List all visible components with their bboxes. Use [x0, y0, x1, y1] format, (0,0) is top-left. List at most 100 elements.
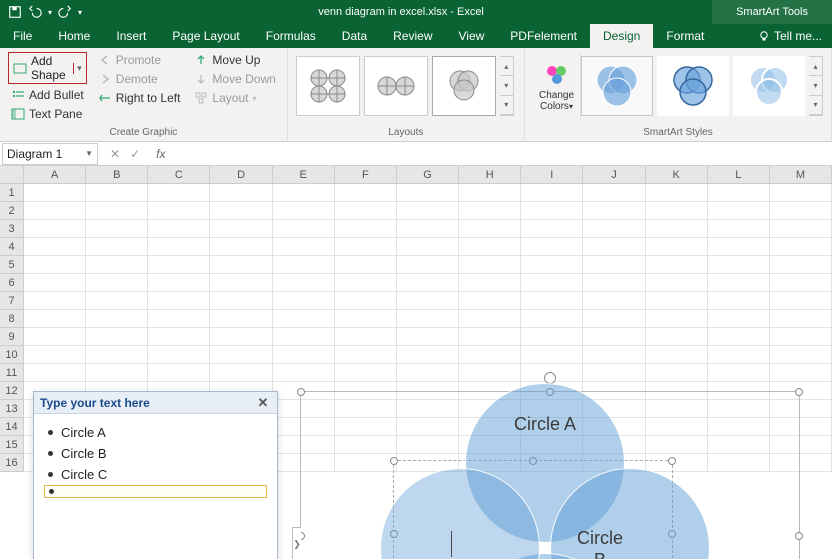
cell[interactable]: [459, 202, 521, 220]
close-icon[interactable]: ✕: [255, 395, 271, 411]
row-head-14[interactable]: 14: [0, 418, 24, 436]
row-head-10[interactable]: 10: [0, 346, 24, 364]
cell[interactable]: [335, 274, 397, 292]
cell[interactable]: [521, 202, 583, 220]
cell[interactable]: [148, 184, 210, 202]
cell[interactable]: [397, 220, 459, 238]
cell[interactable]: [708, 346, 770, 364]
row-head-12[interactable]: 12: [0, 382, 24, 400]
cell[interactable]: [86, 202, 148, 220]
cell[interactable]: [24, 220, 86, 238]
cell[interactable]: [24, 274, 86, 292]
row-head-6[interactable]: 6: [0, 274, 24, 292]
cell[interactable]: [459, 220, 521, 238]
cell[interactable]: [708, 238, 770, 256]
tab-home[interactable]: Home: [45, 24, 103, 48]
cell[interactable]: [770, 274, 832, 292]
col-head-C[interactable]: C: [148, 166, 210, 183]
cell[interactable]: [646, 292, 708, 310]
text-pane-item[interactable]: Circle A: [44, 422, 267, 443]
cell[interactable]: [397, 202, 459, 220]
cell[interactable]: [770, 220, 832, 238]
move-up-button[interactable]: Move Up: [191, 52, 278, 68]
qat-dd-icon[interactable]: ▾: [78, 8, 82, 17]
cell[interactable]: [397, 274, 459, 292]
cell[interactable]: [646, 220, 708, 238]
col-head-M[interactable]: M: [770, 166, 832, 183]
cell[interactable]: [583, 238, 645, 256]
tab-data[interactable]: Data: [329, 24, 380, 48]
styles-gallery-more[interactable]: ▴▾▾: [809, 56, 823, 116]
cell[interactable]: [335, 202, 397, 220]
layout-thumb-1[interactable]: [296, 56, 360, 116]
row-head-8[interactable]: 8: [0, 310, 24, 328]
cell[interactable]: [521, 238, 583, 256]
cell[interactable]: [273, 184, 335, 202]
tab-view[interactable]: View: [446, 24, 498, 48]
cell[interactable]: [521, 328, 583, 346]
cell[interactable]: [86, 256, 148, 274]
style-thumb-1[interactable]: [581, 56, 653, 116]
cell[interactable]: [335, 256, 397, 274]
cell[interactable]: [708, 274, 770, 292]
cell[interactable]: [646, 364, 708, 382]
fx-label[interactable]: fx: [150, 147, 171, 161]
undo-icon[interactable]: [28, 5, 42, 19]
cell[interactable]: [210, 238, 272, 256]
layout-thumb-2[interactable]: [364, 56, 428, 116]
add-shape-dd-icon[interactable]: ▾: [73, 63, 82, 74]
cell[interactable]: [397, 292, 459, 310]
cell[interactable]: [521, 220, 583, 238]
add-shape-button[interactable]: Add Shape ▾: [8, 52, 87, 84]
row-head-13[interactable]: 13: [0, 400, 24, 418]
cell[interactable]: [459, 310, 521, 328]
cell[interactable]: [646, 346, 708, 364]
cell[interactable]: [770, 238, 832, 256]
cell[interactable]: [646, 238, 708, 256]
cell[interactable]: [86, 310, 148, 328]
tab-insert[interactable]: Insert: [103, 24, 159, 48]
cell[interactable]: [273, 202, 335, 220]
cell[interactable]: [24, 292, 86, 310]
cell[interactable]: [335, 238, 397, 256]
cell[interactable]: [521, 346, 583, 364]
cell[interactable]: [397, 346, 459, 364]
row-head-15[interactable]: 15: [0, 436, 24, 454]
cell[interactable]: [148, 364, 210, 382]
cell[interactable]: [583, 256, 645, 274]
venn-diagram[interactable]: Circle A CircleB Circle C: [380, 383, 710, 559]
tell-me[interactable]: Tell me...: [748, 24, 832, 48]
select-all-corner[interactable]: [0, 166, 24, 184]
cell[interactable]: [148, 256, 210, 274]
cell[interactable]: [583, 328, 645, 346]
row-head-9[interactable]: 9: [0, 328, 24, 346]
cell[interactable]: [583, 220, 645, 238]
cell[interactable]: [210, 256, 272, 274]
cell[interactable]: [148, 220, 210, 238]
row-head-2[interactable]: 2: [0, 202, 24, 220]
cell[interactable]: [273, 274, 335, 292]
cell[interactable]: [273, 364, 335, 382]
cell[interactable]: [583, 184, 645, 202]
cell[interactable]: [770, 202, 832, 220]
right-to-left-button[interactable]: Right to Left: [95, 90, 184, 106]
cell[interactable]: [210, 310, 272, 328]
cell[interactable]: [646, 310, 708, 328]
cell[interactable]: [770, 256, 832, 274]
cell[interactable]: [148, 202, 210, 220]
tab-format[interactable]: Format: [653, 24, 717, 48]
cell[interactable]: [708, 220, 770, 238]
tab-formulas[interactable]: Formulas: [253, 24, 329, 48]
cell[interactable]: [708, 310, 770, 328]
cell[interactable]: [770, 292, 832, 310]
cell[interactable]: [708, 202, 770, 220]
cell[interactable]: [273, 346, 335, 364]
cell[interactable]: [210, 292, 272, 310]
cell[interactable]: [24, 256, 86, 274]
cell[interactable]: [521, 274, 583, 292]
handle-tl[interactable]: [297, 388, 305, 396]
row-head-11[interactable]: 11: [0, 364, 24, 382]
cell[interactable]: [335, 310, 397, 328]
cell[interactable]: [335, 184, 397, 202]
cell[interactable]: [210, 184, 272, 202]
